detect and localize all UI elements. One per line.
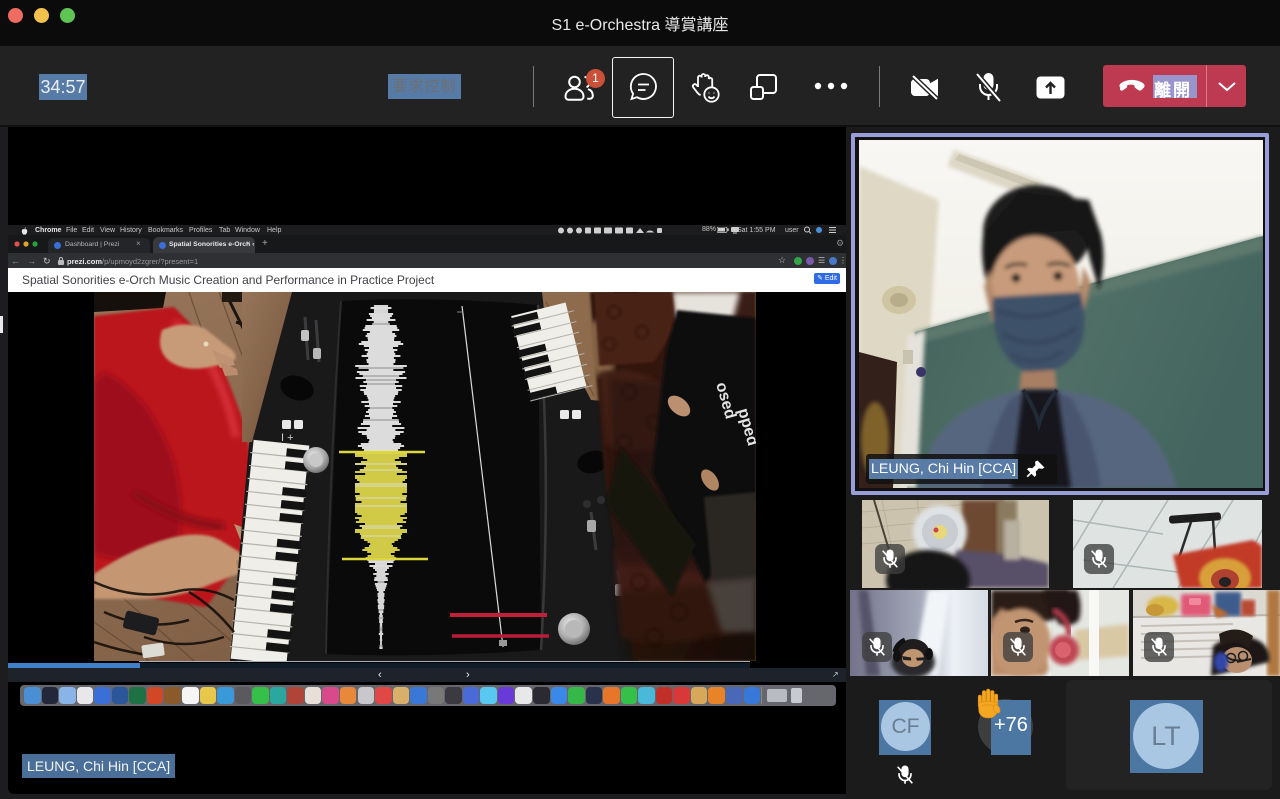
svg-text:I +: I + — [281, 432, 294, 444]
